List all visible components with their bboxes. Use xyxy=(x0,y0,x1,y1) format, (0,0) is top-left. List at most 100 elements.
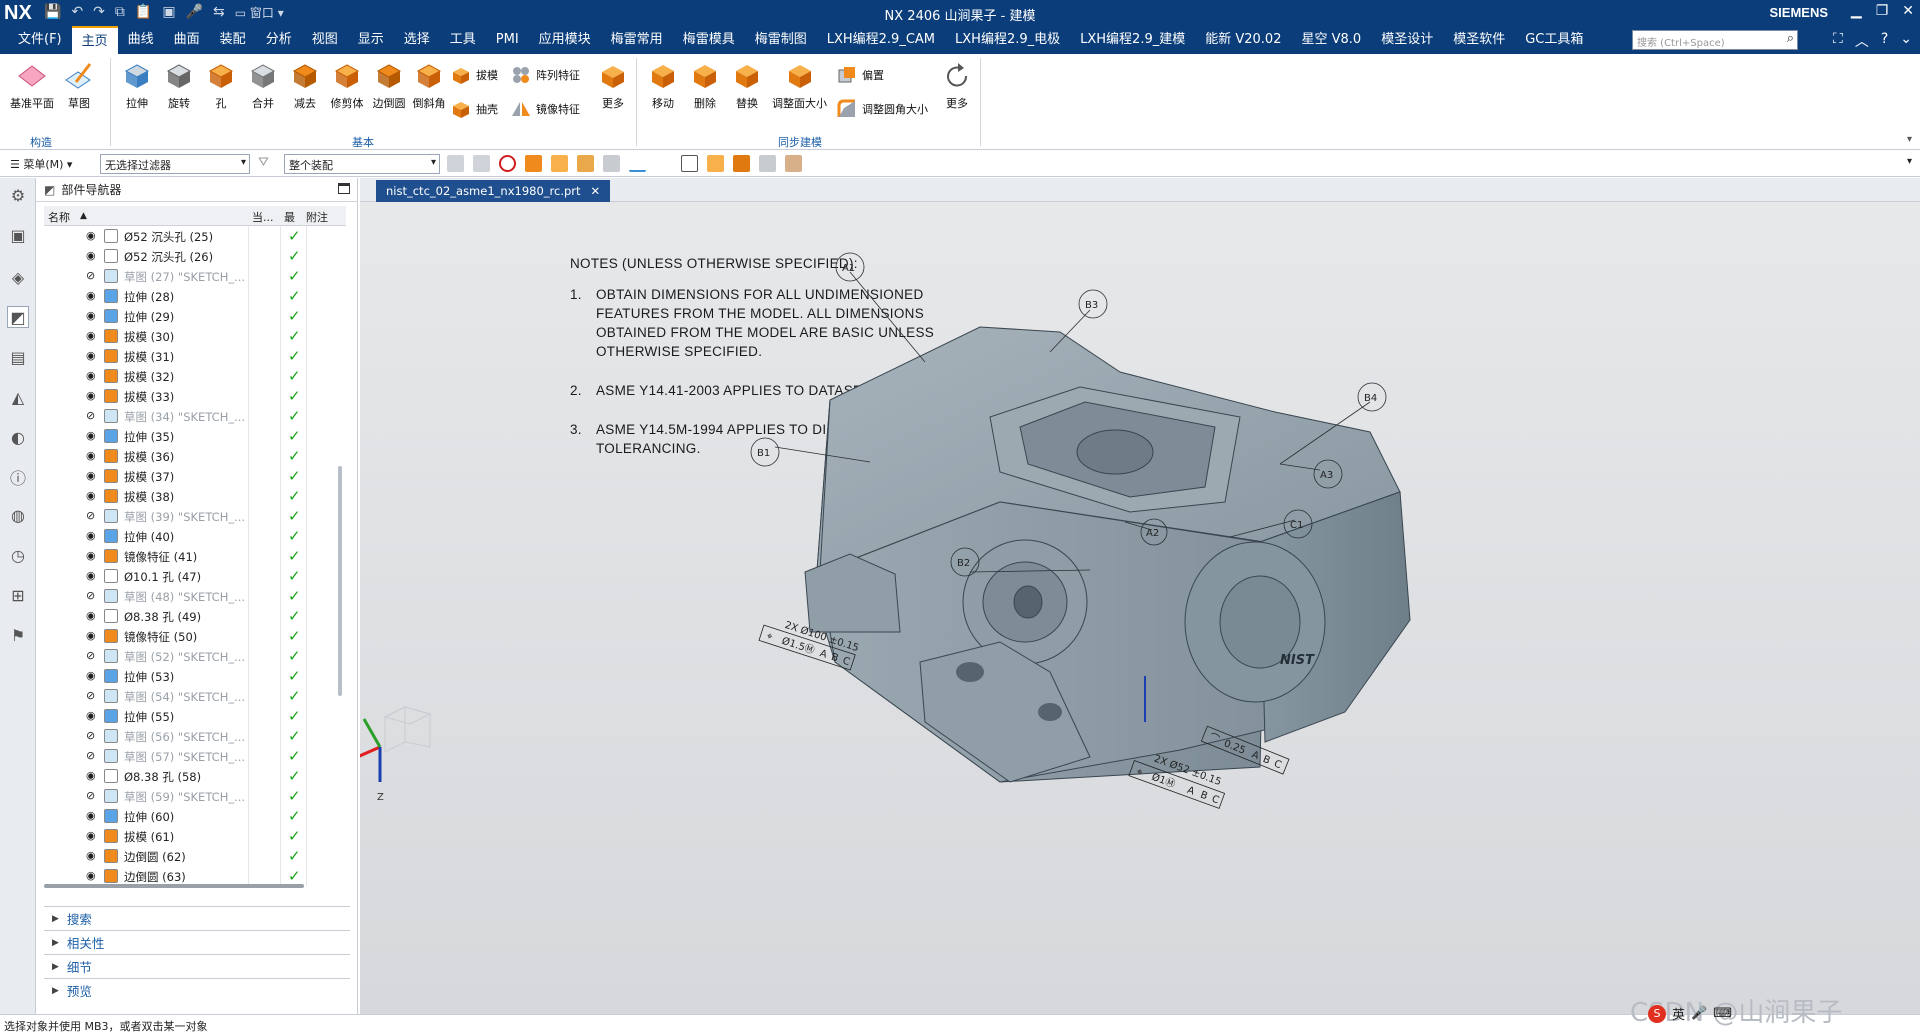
feature-row[interactable]: ⊘ 草图 (48) "SKETCH_... ✓ xyxy=(44,586,346,606)
select-face-icon[interactable] xyxy=(473,155,490,172)
feature-row[interactable]: ◉ 拔模 (31) ✓ xyxy=(44,346,346,366)
feature-row[interactable]: ◉ 镜像特征 (50) ✓ xyxy=(44,626,346,646)
feature-row[interactable]: ◉ Ø8.38 孔 (58) ✓ xyxy=(44,766,346,786)
menu-item[interactable]: GC工具箱 xyxy=(1515,26,1593,54)
feature-row[interactable]: ◉ 镜像特征 (41) ✓ xyxy=(44,546,346,566)
sketch-button[interactable]: 草图 xyxy=(62,60,96,111)
visibility-eye-icon[interactable]: ◉ xyxy=(86,329,100,343)
col-latest[interactable]: 最 xyxy=(284,209,295,225)
feature-row[interactable]: ◉ 边倒圆 (62) ✓ xyxy=(44,846,346,866)
visibility-eye-icon[interactable]: ⊘ xyxy=(86,649,100,663)
menu-item[interactable]: 分析 xyxy=(256,26,302,54)
snap-quadrant-icon[interactable] xyxy=(785,155,802,172)
navigator-section[interactable]: ▶ 搜索 xyxy=(44,906,350,930)
fullscreen-icon[interactable]: ⛶ xyxy=(1833,31,1843,51)
toolbar-options-icon[interactable]: ▾ xyxy=(1907,156,1912,167)
draft-button[interactable]: 拔模 xyxy=(450,64,498,86)
feature-row[interactable]: ◉ 拉伸 (53) ✓ xyxy=(44,666,346,686)
menu-item[interactable]: 主页 xyxy=(71,26,118,54)
feature-row[interactable]: ◉ 拔模 (30) ✓ xyxy=(44,326,346,346)
visibility-eye-icon[interactable]: ◉ xyxy=(86,569,100,583)
menu-item[interactable]: 梅雷常用 xyxy=(601,26,673,54)
menu-item[interactable]: 选择 xyxy=(394,26,440,54)
feature-row[interactable]: ◉ 边倒圆 (63) ✓ xyxy=(44,866,346,886)
feature-row[interactable]: ⊘ 草图 (34) "SKETCH_... ✓ xyxy=(44,406,346,426)
visibility-eye-icon[interactable]: ◉ xyxy=(86,349,100,363)
close-tab-icon[interactable]: ✕ xyxy=(591,184,601,198)
assembly-navigator-icon[interactable]: ▣ xyxy=(7,224,29,246)
menu-item[interactable]: 模圣设计 xyxy=(1371,26,1443,54)
feature-row[interactable]: ◉ 拔模 (37) ✓ xyxy=(44,466,346,486)
no-entry-icon[interactable] xyxy=(499,155,516,172)
settings-gear-icon[interactable]: ⚙ xyxy=(7,184,29,206)
col-name[interactable]: 名称 xyxy=(48,209,70,225)
trim-body-button[interactable]: 修剪体 xyxy=(330,60,364,111)
web-browser-icon[interactable]: ◐ xyxy=(7,426,29,448)
menu-item[interactable]: 曲面 xyxy=(164,26,210,54)
part-navigator-icon[interactable]: ◩ xyxy=(7,306,29,328)
menu-item[interactable]: PMI xyxy=(486,26,529,54)
visibility-eye-icon[interactable]: ◉ xyxy=(86,449,100,463)
move-face-button[interactable]: 移动 xyxy=(646,60,680,111)
visibility-eye-icon[interactable]: ◉ xyxy=(86,229,100,243)
sync-more-button[interactable]: 更多 xyxy=(940,60,974,111)
visibility-eye-icon[interactable]: ⊘ xyxy=(86,509,100,523)
point-snap-icon[interactable] xyxy=(681,155,698,172)
visibility-eye-icon[interactable]: ◉ xyxy=(86,829,100,843)
help-icon[interactable]: ? xyxy=(1881,31,1888,51)
command-search-input[interactable]: 搜索 (Ctrl+Space) ⌕ xyxy=(1632,30,1798,50)
visibility-eye-icon[interactable]: ◉ xyxy=(86,289,100,303)
info-icon[interactable]: ⓘ xyxy=(7,466,29,488)
feature-row[interactable]: ◉ Ø8.38 孔 (49) ✓ xyxy=(44,606,346,626)
menu-item[interactable]: 文件(F) xyxy=(8,26,72,54)
delete-face-button[interactable]: 删除 xyxy=(688,60,722,111)
mirror-feature-button[interactable]: 镜像特征 xyxy=(510,98,580,120)
visibility-eye-icon[interactable]: ◉ xyxy=(86,369,100,383)
menu-item[interactable]: 工具 xyxy=(440,26,486,54)
visibility-eye-icon[interactable]: ◉ xyxy=(86,529,100,543)
select-feature-icon[interactable] xyxy=(447,155,464,172)
feature-row[interactable]: ◉ Ø52 沉头孔 (25) ✓ xyxy=(44,226,346,246)
feature-row[interactable]: ◉ 拉伸 (40) ✓ xyxy=(44,526,346,546)
basic-more-button[interactable]: 更多 xyxy=(596,60,630,111)
visibility-eye-icon[interactable]: ◉ xyxy=(86,849,100,863)
visibility-eye-icon[interactable]: ◉ xyxy=(86,489,100,503)
feature-row[interactable]: ◉ 拉伸 (29) ✓ xyxy=(44,306,346,326)
feature-row[interactable]: ◉ 拔模 (32) ✓ xyxy=(44,366,346,386)
visibility-eye-icon[interactable]: ◉ xyxy=(86,709,100,723)
tree-scrollbar[interactable] xyxy=(336,226,344,898)
menu-item[interactable]: LXH编程2.9_电极 xyxy=(945,26,1070,54)
more-arrow-icon[interactable]: ⌄ xyxy=(1900,31,1912,51)
feature-row[interactable]: ◉ 拔模 (38) ✓ xyxy=(44,486,346,506)
role-icon[interactable]: ⚑ xyxy=(7,624,29,646)
resize-blend-button[interactable]: 调整圆角大小 xyxy=(836,98,928,120)
feature-row[interactable]: ⊘ 草图 (57) "SKETCH_... ✓ xyxy=(44,746,346,766)
datum-plane-button[interactable]: 基准平面 xyxy=(10,60,54,111)
system-materials-icon[interactable]: ⊞ xyxy=(7,584,29,606)
menu-item[interactable]: 模圣软件 xyxy=(1443,26,1515,54)
visibility-eye-icon[interactable]: ◉ xyxy=(86,249,100,263)
maximize-panel-button[interactable] xyxy=(338,183,350,194)
visibility-eye-icon[interactable]: ◉ xyxy=(86,429,100,443)
tree-horizontal-scrollbar[interactable] xyxy=(44,884,304,888)
feature-row[interactable]: ⊘ 草图 (52) "SKETCH_... ✓ xyxy=(44,646,346,666)
menu-button[interactable]: ☰ 菜单(M) ▾ xyxy=(10,156,72,172)
visibility-eye-icon[interactable]: ⊘ xyxy=(86,689,100,703)
collapse-ribbon-icon[interactable]: ︿ xyxy=(1855,31,1869,51)
select-solid-icon[interactable] xyxy=(551,155,568,172)
offset-button[interactable]: 偏置 xyxy=(836,64,884,86)
visibility-eye-icon[interactable]: ◉ xyxy=(86,609,100,623)
document-tab[interactable]: nist_ctc_02_asme1_nx1980_rc.prt ✕ xyxy=(376,180,611,202)
feature-row[interactable]: ⊘ 草图 (59) "SKETCH_... ✓ xyxy=(44,786,346,806)
hd3d-tools-icon[interactable]: ◭ xyxy=(7,386,29,408)
menu-item[interactable]: 显示 xyxy=(348,26,394,54)
visibility-eye-icon[interactable]: ◉ xyxy=(86,549,100,563)
navigator-section[interactable]: ▶ 相关性 xyxy=(44,930,350,954)
visibility-eye-icon[interactable]: ◉ xyxy=(86,669,100,683)
visibility-eye-icon[interactable]: ⊘ xyxy=(86,269,100,283)
feature-row[interactable]: ⊘ 草图 (56) "SKETCH_... ✓ xyxy=(44,726,346,746)
menu-item[interactable]: 视图 xyxy=(302,26,348,54)
menu-item[interactable]: 梅雷制图 xyxy=(745,26,817,54)
feature-row[interactable]: ◉ 拉伸 (55) ✓ xyxy=(44,706,346,726)
col-notes[interactable]: 附注 xyxy=(306,209,328,225)
